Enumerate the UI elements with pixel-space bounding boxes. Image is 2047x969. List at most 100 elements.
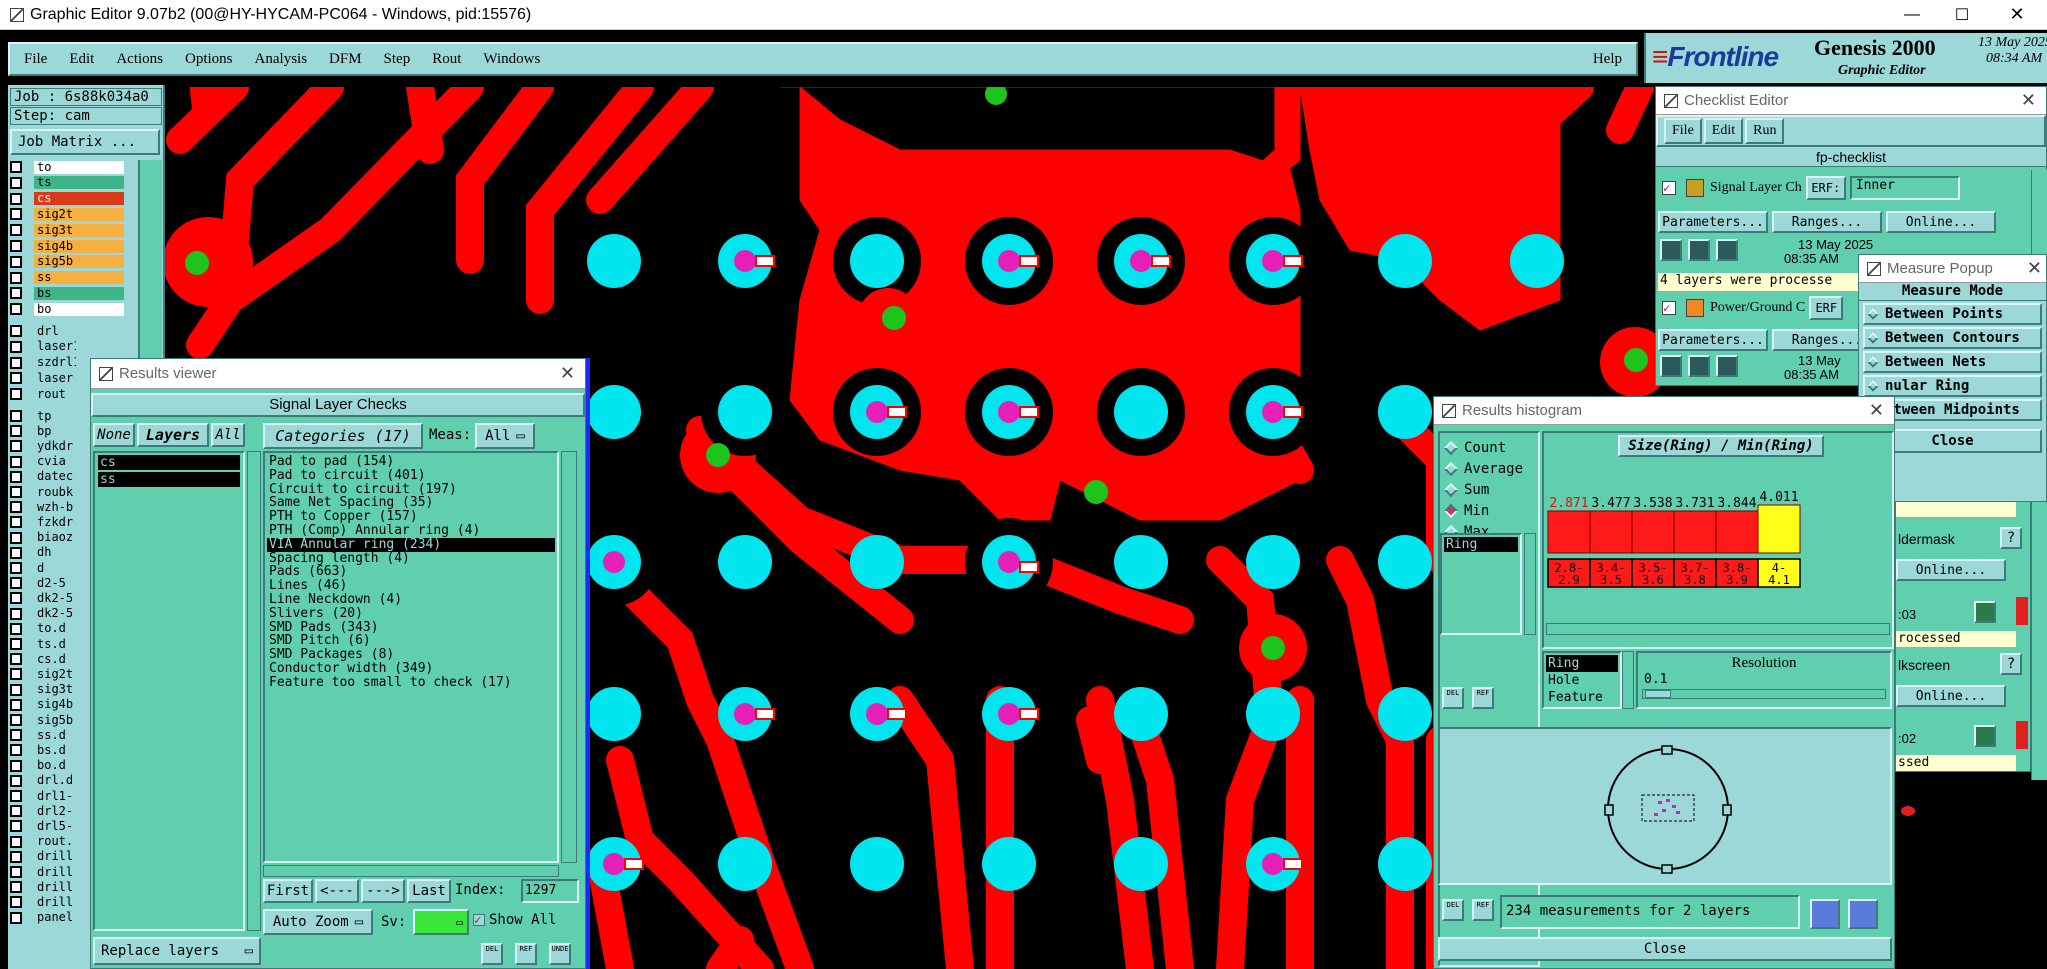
layer-checkbox[interactable] [10, 486, 22, 498]
hist-del-button-2[interactable]: DEL [1442, 899, 1464, 921]
menu-dfm[interactable]: DFM [329, 51, 362, 68]
categories-scrollbar[interactable] [561, 451, 577, 863]
layer-row-cs[interactable]: cs [10, 192, 124, 206]
misc-layer-row[interactable]: drl5- [10, 819, 74, 833]
misc-layer-row[interactable]: sig3t [10, 683, 74, 697]
menu-edit[interactable]: Edit [69, 51, 94, 68]
drill-layer-row[interactable]: rout [10, 387, 76, 401]
layer-checkbox[interactable] [10, 774, 22, 787]
layer-checkbox[interactable] [10, 577, 22, 590]
histogram-bar[interactable] [1547, 510, 1591, 554]
menu-rout[interactable]: Rout [432, 51, 461, 68]
index-input[interactable]: 1297 [521, 879, 579, 903]
online-button-1[interactable]: Online... [1886, 211, 1996, 233]
layer-checkbox[interactable] [10, 287, 22, 300]
layer-checkbox[interactable] [10, 388, 22, 401]
misc-layer-row[interactable]: sig5b [10, 713, 74, 727]
auto-zoom-dropdown[interactable]: Auto Zoom ▭ [263, 909, 373, 935]
histogram-bar[interactable] [1715, 510, 1759, 554]
misc-layer-row[interactable]: bo.d [10, 759, 74, 773]
replace-layers-dropdown[interactable]: Replace layers ▭ [93, 937, 261, 965]
category-item[interactable]: Same Net Spacing (35) [267, 496, 555, 510]
checklist-close-icon[interactable]: ✕ [2021, 90, 2036, 111]
histogram-bar[interactable] [1673, 510, 1717, 554]
layer-checkbox[interactable] [10, 562, 22, 574]
layer-checkbox[interactable] [10, 271, 22, 284]
layer-name[interactable]: drl1- [34, 789, 74, 803]
checklist-item-1[interactable]: ✓ Signal Layer Ch ERF: Inner [1658, 173, 2046, 203]
layer-checkbox[interactable] [10, 714, 22, 726]
category-item[interactable]: PTH to Copper (157) [267, 510, 555, 524]
layer-checkbox[interactable] [10, 470, 22, 483]
layer-name[interactable]: d2-5 [34, 576, 74, 590]
misc-layer-row[interactable]: drill [10, 880, 74, 894]
misc-layer-row[interactable]: d2-5 [10, 576, 74, 590]
hist-ref-button-2[interactable]: REF [1472, 899, 1494, 921]
layer-name[interactable]: ts [34, 176, 124, 190]
run-icon[interactable] [1688, 355, 1710, 377]
action-icons-1[interactable] [1660, 239, 1738, 261]
misc-layer-row[interactable]: dk2-5l [10, 607, 74, 621]
results-viewer-close-icon[interactable]: ✕ [560, 363, 575, 384]
stat-radio-count[interactable]: Count [1440, 437, 1538, 458]
next-button[interactable]: ---> [361, 879, 405, 903]
category-item[interactable]: PTH (Comp) Annular ring (4) [267, 524, 555, 538]
layer-checkbox[interactable] [10, 592, 22, 605]
check-icon[interactable]: ✓ [1662, 301, 1676, 315]
help-button-4[interactable]: ? [2000, 653, 2022, 675]
menu-actions[interactable]: Actions [116, 51, 163, 68]
run-icon[interactable] [1716, 355, 1738, 377]
layer-name[interactable]: bo.d [34, 759, 74, 773]
group-list-item[interactable]: Ring [1444, 537, 1518, 552]
export-icon-2[interactable] [1848, 899, 1878, 929]
layer-row-sig5b[interactable]: sig5b [10, 255, 124, 269]
category-item[interactable]: Circuit to circuit (197) [267, 482, 555, 497]
layer-checkbox[interactable] [10, 607, 22, 620]
layer-row-sig4b[interactable]: sig4b [10, 239, 124, 253]
layer-checkbox[interactable] [10, 208, 22, 221]
category-item[interactable]: Conductor width (349) [267, 662, 555, 676]
layer-checkbox[interactable] [10, 516, 22, 529]
layer-checkbox[interactable] [10, 911, 22, 924]
layer-name[interactable]: sig4b [34, 239, 124, 253]
erf-button[interactable]: ERF: [1805, 176, 1846, 200]
result-layer-item[interactable]: cs [98, 455, 240, 470]
layer-checkbox[interactable] [10, 805, 22, 818]
layer-name[interactable]: ts.d [34, 637, 74, 651]
layer-name[interactable]: bo [34, 302, 124, 316]
histogram-bar[interactable] [1757, 504, 1801, 554]
misc-layer-row[interactable]: ss.d [10, 728, 74, 742]
layer-checkbox[interactable] [10, 896, 22, 909]
misc-layer-row[interactable]: roubk [10, 485, 74, 499]
layer-name[interactable]: bs.d [34, 743, 74, 757]
misc-layer-row[interactable]: cvia [10, 455, 74, 469]
misc-layer-row[interactable]: drl.d [10, 774, 74, 788]
action-icons-2[interactable] [1660, 355, 1738, 377]
layer-name[interactable]: sig2t [34, 207, 124, 221]
misc-layer-row[interactable]: bs.d [10, 743, 74, 757]
layer-name[interactable]: d [34, 561, 74, 575]
menu-file[interactable]: File [24, 51, 47, 68]
layer-name[interactable]: cs [34, 192, 124, 206]
layer-name[interactable]: ss.d [34, 728, 74, 742]
layer-checkbox[interactable] [10, 410, 22, 422]
layer-name[interactable]: dk2-5l [34, 607, 74, 621]
measure-option[interactable]: Between Nets [1863, 351, 2042, 373]
layer-checkbox[interactable] [10, 372, 22, 385]
histogram-close-icon[interactable]: ✕ [1869, 400, 1884, 421]
online-button-3[interactable]: Online... [1896, 559, 2006, 581]
layer-name[interactable]: sig4b [34, 698, 74, 712]
category-item[interactable]: Pad to pad (154) [267, 455, 555, 469]
layer-row-bs[interactable]: bs [10, 286, 124, 300]
histogram-chart[interactable]: 2.8712.8-2.93.4773.4-3.53.5383.5-3.63.73… [1546, 461, 1890, 619]
hist-ref-button[interactable]: REF [1472, 687, 1494, 709]
layer-checkbox[interactable] [10, 698, 22, 711]
histogram-bar[interactable] [1589, 510, 1633, 554]
misc-layer-row[interactable]: sig2t [10, 667, 74, 681]
layer-row-ss[interactable]: ss [10, 271, 124, 285]
layer-row-bo[interactable]: bo [10, 302, 124, 316]
group-by-scrollbar[interactable] [1622, 651, 1634, 709]
misc-layer-row[interactable]: d [10, 561, 74, 575]
layer-name[interactable]: sig5b [34, 255, 124, 269]
all-layers-button[interactable]: All [211, 423, 245, 447]
